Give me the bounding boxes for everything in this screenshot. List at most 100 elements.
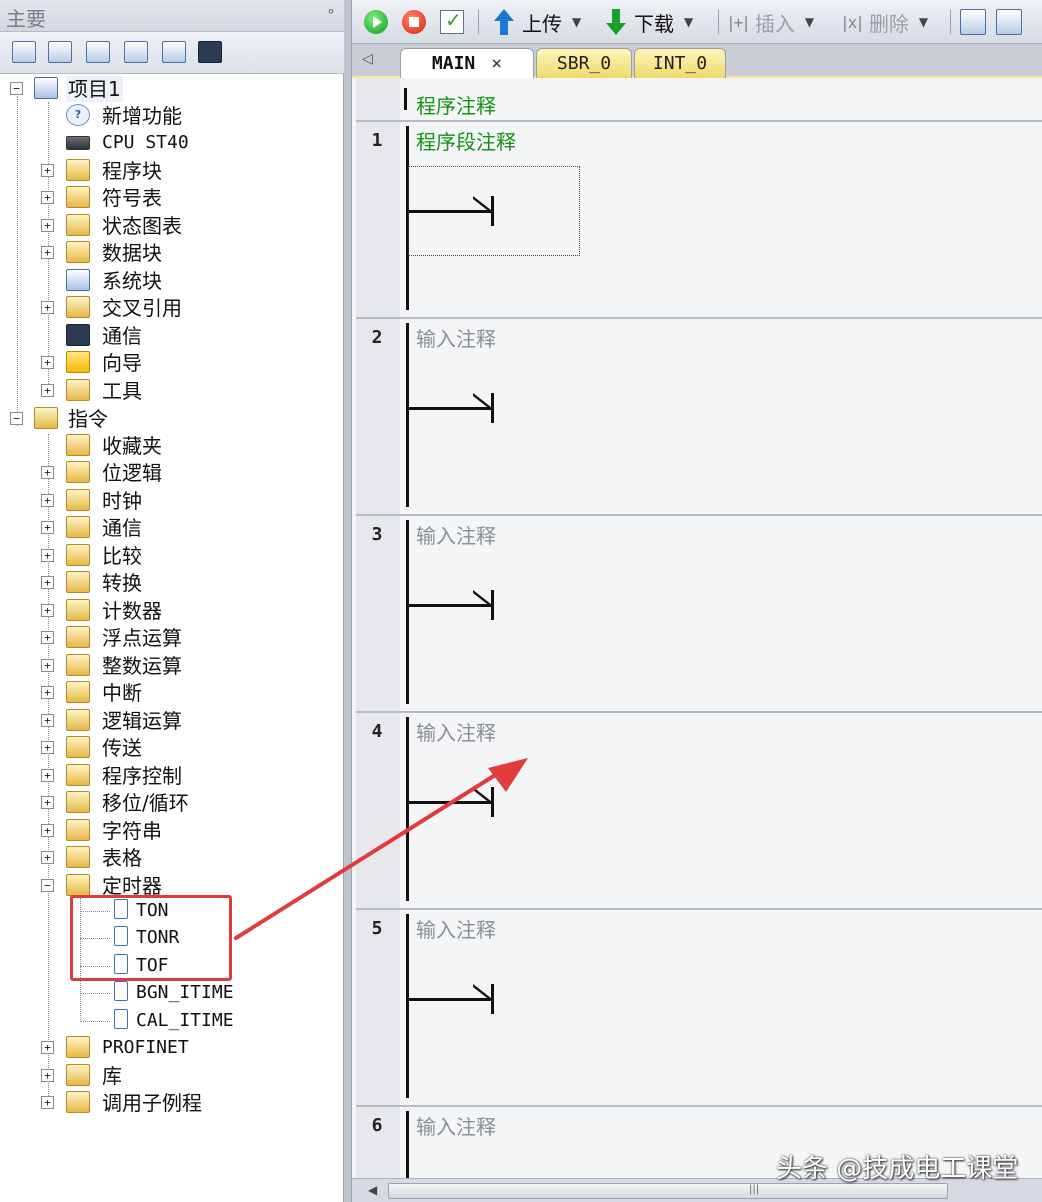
tab-int0[interactable]: INT_0 xyxy=(634,48,726,78)
collapse-icon[interactable]: − xyxy=(41,879,54,892)
tree-item-tools[interactable]: + 工具 xyxy=(0,378,344,404)
pin-icon[interactable]: ᵒ xyxy=(328,6,334,22)
network-comment[interactable]: 输入注释 xyxy=(416,323,496,352)
upload-button[interactable]: 上传 ▼ xyxy=(494,8,581,36)
network-comment[interactable]: 输入注释 xyxy=(416,520,496,549)
expand-icon[interactable]: + xyxy=(41,191,54,204)
expand-icon[interactable]: + xyxy=(41,356,54,369)
chevron-down-icon[interactable]: ▼ xyxy=(919,15,928,29)
tree-item-library[interactable]: + 库 xyxy=(0,1063,344,1089)
expand-icon[interactable]: + xyxy=(41,1096,54,1109)
program-comment[interactable]: 程序注释 xyxy=(416,90,496,119)
communication-icon[interactable] xyxy=(198,41,222,63)
collapse-icon[interactable]: − xyxy=(10,82,23,95)
data-block-icon[interactable] xyxy=(86,41,110,63)
chart-icon[interactable] xyxy=(162,41,186,63)
tab-sbr0[interactable]: SBR_0 xyxy=(536,48,632,78)
chevron-down-icon[interactable]: ▼ xyxy=(805,15,814,29)
network-3[interactable]: 3 输入注释 xyxy=(356,514,1042,710)
tree-item-compare[interactable]: + 比较 xyxy=(0,543,344,569)
expand-icon[interactable]: + xyxy=(41,1069,54,1082)
expand-icon[interactable]: + xyxy=(41,769,54,782)
tree-item-float-math[interactable]: + 浮点运算 xyxy=(0,625,344,651)
expand-icon[interactable]: + xyxy=(41,686,54,699)
tree-item-interrupt[interactable]: + 中断 xyxy=(0,680,344,706)
network-comment[interactable]: 输入注释 xyxy=(416,717,496,746)
tree-item-cross-reference[interactable]: + 交叉引用 xyxy=(0,295,344,321)
chevron-down-icon[interactable]: ▼ xyxy=(572,15,581,29)
tree-item-shift-rotate[interactable]: + 移位/循环 xyxy=(0,790,344,816)
network-2[interactable]: 2 输入注释 xyxy=(356,317,1042,513)
expand-icon[interactable]: + xyxy=(41,851,54,864)
network-comment[interactable]: 输入注释 xyxy=(416,1111,496,1140)
tree-item-wizards[interactable]: + 向导 xyxy=(0,350,344,376)
delete-button[interactable]: |x| 删除 ▼ xyxy=(840,8,928,36)
tree-item-logic-ops[interactable]: + 逻辑运算 xyxy=(0,708,344,734)
tree-item-profinet[interactable]: + PROFINET xyxy=(0,1035,344,1061)
expand-icon[interactable]: + xyxy=(41,494,54,507)
tree-item-new-features[interactable]: ? 新增功能 xyxy=(0,103,344,129)
tree-item-cpu[interactable]: CPU ST40 xyxy=(0,130,344,156)
expand-icon[interactable]: + xyxy=(41,549,54,562)
tree-item-integer-math[interactable]: + 整数运算 xyxy=(0,653,344,679)
panel-splitter[interactable] xyxy=(344,0,352,1202)
stop-button[interactable] xyxy=(402,8,426,36)
tree-item-bit-logic[interactable]: + 位逻辑 xyxy=(0,460,344,486)
tree-item-program-block[interactable]: + 程序块 xyxy=(0,158,344,184)
expand-icon[interactable]: + xyxy=(41,466,54,479)
tree-item-bgn-itime[interactable]: BGN_ITIME xyxy=(0,980,344,1006)
expand-icon[interactable]: + xyxy=(41,164,54,177)
compile-button[interactable] xyxy=(440,8,464,36)
table-icon[interactable] xyxy=(48,41,72,63)
tab-main[interactable]: MAIN × xyxy=(400,48,534,78)
ladder-editor[interactable]: 程序注释 1 程序段注释 2 输入注释 3 输入注释 4 输入注释 5 输入注释… xyxy=(352,78,1042,1178)
expand-icon[interactable]: + xyxy=(41,604,54,617)
network-comment[interactable]: 程序段注释 xyxy=(416,126,516,155)
collapse-icon[interactable]: − xyxy=(10,412,23,425)
tree-item-project[interactable]: − 项目1 xyxy=(0,76,344,102)
expand-icon[interactable]: + xyxy=(41,659,54,672)
tree-item-clock[interactable]: + 时钟 xyxy=(0,488,344,514)
expand-icon[interactable]: + xyxy=(41,384,54,397)
tree-item-move[interactable]: + 传送 xyxy=(0,735,344,761)
network-4[interactable]: 4 输入注释 xyxy=(356,711,1042,907)
tree-item-symbol-table[interactable]: + 符号表 xyxy=(0,185,344,211)
network-1[interactable]: 1 程序段注释 xyxy=(356,120,1042,316)
scrollbar-thumb[interactable]: ||| xyxy=(388,1183,948,1199)
expand-icon[interactable]: + xyxy=(41,576,54,589)
tree-item-instructions[interactable]: − 指令 xyxy=(0,406,344,432)
expand-icon[interactable]: + xyxy=(41,824,54,837)
expand-icon[interactable]: + xyxy=(41,1041,54,1054)
tree-item-favorites[interactable]: 收藏夹 xyxy=(0,433,344,459)
expand-icon[interactable]: + xyxy=(41,796,54,809)
tree-item-string[interactable]: + 字符串 xyxy=(0,818,344,844)
network-view-button[interactable] xyxy=(960,8,986,36)
network-comment[interactable]: 输入注释 xyxy=(416,914,496,943)
insert-button[interactable]: |+| 插入 ▼ xyxy=(726,8,814,36)
expand-icon[interactable]: + xyxy=(41,301,54,314)
tree-item-cal-itime[interactable]: CAL_ITIME xyxy=(0,1008,344,1034)
run-button[interactable] xyxy=(364,8,388,36)
expand-icon[interactable]: + xyxy=(41,521,54,534)
chevron-down-icon[interactable]: ▼ xyxy=(684,15,693,29)
tree-item-system-block[interactable]: 系统块 xyxy=(0,268,344,294)
tree-item-communication-instr[interactable]: + 通信 xyxy=(0,515,344,541)
zoom-button[interactable] xyxy=(996,8,1022,36)
tree-item-program-control[interactable]: + 程序控制 xyxy=(0,763,344,789)
window-icon[interactable] xyxy=(12,41,36,63)
system-block-icon[interactable] xyxy=(124,41,148,63)
tree-item-status-chart[interactable]: + 状态图表 xyxy=(0,213,344,239)
expand-icon[interactable]: + xyxy=(41,219,54,232)
download-button[interactable]: 下载 ▼ xyxy=(606,8,693,36)
tree-item-table[interactable]: + 表格 xyxy=(0,845,344,871)
tree-item-counters[interactable]: + 计数器 xyxy=(0,598,344,624)
tab-scroll-left-icon[interactable]: ◁ xyxy=(362,51,373,67)
expand-icon[interactable]: + xyxy=(41,246,54,259)
tree-item-call-subroutine[interactable]: + 调用子例程 xyxy=(0,1090,344,1116)
scroll-left-icon[interactable]: ◀ xyxy=(368,1183,377,1197)
tree-item-communication[interactable]: 通信 xyxy=(0,323,344,349)
tree-item-convert[interactable]: + 转换 xyxy=(0,570,344,596)
close-icon[interactable]: × xyxy=(491,53,502,74)
expand-icon[interactable]: + xyxy=(41,631,54,644)
network-5[interactable]: 5 输入注释 xyxy=(356,908,1042,1104)
